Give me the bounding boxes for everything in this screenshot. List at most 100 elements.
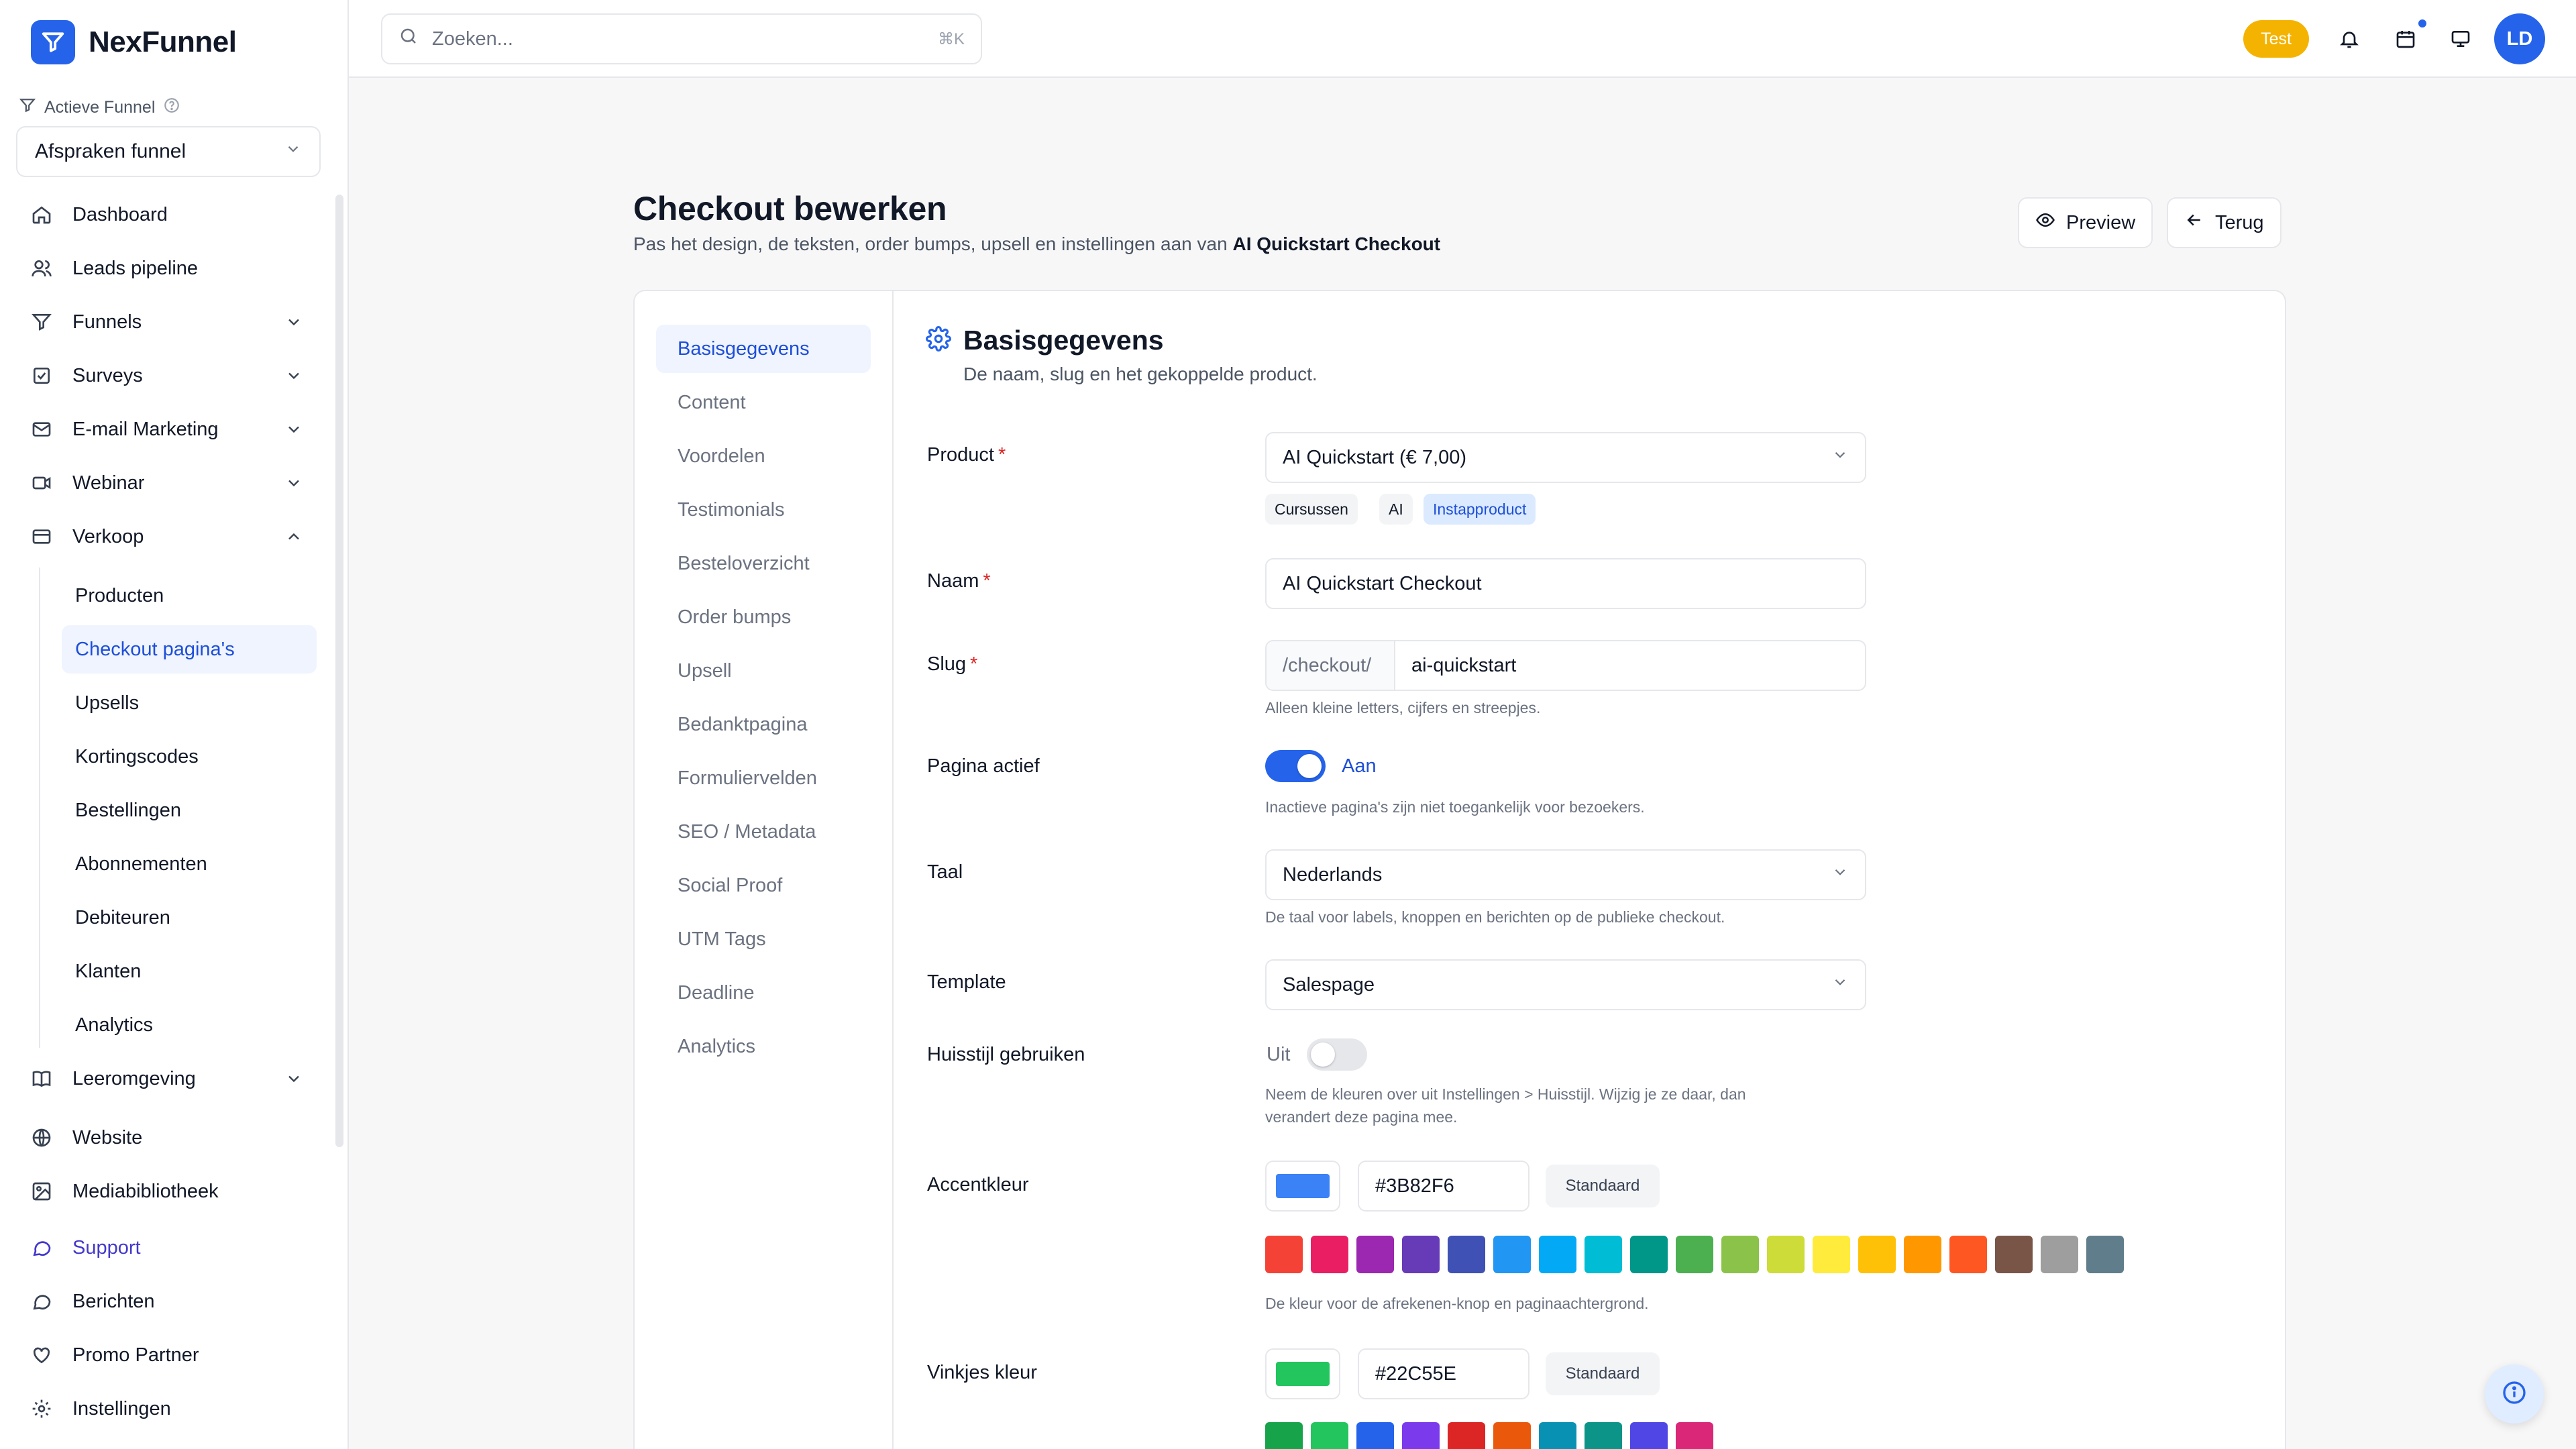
color-swatch-option[interactable] (1311, 1422, 1348, 1449)
preview-button[interactable]: Preview (2018, 197, 2153, 248)
color-swatch-option[interactable] (1721, 1236, 1759, 1273)
tab-formuliervelden[interactable]: Formuliervelden (656, 754, 871, 802)
search-input[interactable]: Zoeken... ⌘K (381, 13, 982, 64)
sidebar-item-promo-partner[interactable]: Promo Partner (16, 1331, 322, 1379)
color-swatch-option[interactable] (1448, 1422, 1485, 1449)
sidebar-item-mediabibliotheek[interactable]: Mediabibliotheek (16, 1167, 322, 1216)
color-swatch-option[interactable] (1539, 1422, 1576, 1449)
color-swatch-option[interactable] (1949, 1236, 1987, 1273)
naam-input[interactable]: AI Quickstart Checkout (1265, 558, 1866, 609)
color-swatch-option[interactable] (1311, 1236, 1348, 1273)
accent-default-button[interactable]: Standaard (1546, 1165, 1660, 1208)
sidebar-subitem-analytics[interactable]: Analytics (62, 1001, 317, 1049)
brand[interactable]: NexFunnel (31, 20, 237, 64)
color-swatch-option[interactable] (1402, 1236, 1440, 1273)
sidebar-subitem-kortingscodes[interactable]: Kortingscodes (62, 733, 317, 781)
sidebar-subitem-checkout-paginas[interactable]: Checkout pagina's (62, 625, 317, 674)
color-swatch-option[interactable] (1767, 1236, 1805, 1273)
tab-social-proof[interactable]: Social Proof (656, 861, 871, 910)
subitem-label: Producten (75, 584, 164, 606)
tab-order-bumps[interactable]: Order bumps (656, 593, 871, 641)
sidebar-subitem-klanten[interactable]: Klanten (62, 947, 317, 996)
taal-select[interactable]: Nederlands (1265, 849, 1866, 900)
color-swatch-option[interactable] (2041, 1236, 2078, 1273)
template-select[interactable]: Salespage (1265, 959, 1866, 1010)
sidebar-item-funnels[interactable]: Funnels (16, 298, 322, 346)
tab-voordelen[interactable]: Voordelen (656, 432, 871, 480)
sidebar-item-instellingen[interactable]: Instellingen (16, 1385, 322, 1433)
chevron-down-icon (284, 474, 303, 498)
section-header: Basisgegevens (926, 325, 1164, 356)
sidebar-subitem-abonnementen[interactable]: Abonnementen (62, 840, 317, 888)
sidebar-item-dashboard[interactable]: Dashboard (16, 191, 322, 239)
accent-hex-input[interactable]: #3B82F6 (1358, 1161, 1529, 1212)
sidebar-item-surveys[interactable]: Surveys (16, 352, 322, 400)
info-button[interactable] (2485, 1364, 2544, 1424)
slug-input[interactable]: ai-quickstart (1395, 641, 1516, 690)
color-swatch-option[interactable] (1630, 1422, 1668, 1449)
color-swatch-option[interactable] (1858, 1236, 1896, 1273)
check-hex-input[interactable]: #22C55E (1358, 1348, 1529, 1399)
color-swatch-option[interactable] (1356, 1236, 1394, 1273)
color-swatch-option[interactable] (1676, 1422, 1713, 1449)
bell-icon[interactable] (2336, 25, 2363, 52)
tab-basisgegevens[interactable]: Basisgegevens (656, 325, 871, 373)
monitor-icon[interactable] (2447, 25, 2474, 52)
color-swatch-option[interactable] (1585, 1236, 1622, 1273)
tab-bedanktpagina[interactable]: Bedanktpagina (656, 700, 871, 749)
tab-upsell[interactable]: Upsell (656, 647, 871, 695)
help-icon[interactable] (163, 97, 180, 119)
tab-content[interactable]: Content (656, 378, 871, 427)
sidebar-item-website[interactable]: Website (16, 1114, 322, 1162)
color-swatch-option[interactable] (1402, 1422, 1440, 1449)
sidebar-item-email-marketing[interactable]: E-mail Marketing (16, 405, 322, 453)
color-swatch-option[interactable] (1904, 1236, 1941, 1273)
sidebar-subitem-upsells[interactable]: Upsells (62, 679, 317, 727)
color-swatch-option[interactable] (1813, 1236, 1850, 1273)
sidebar-scrollbar[interactable] (335, 195, 343, 1147)
tab-testimonials[interactable]: Testimonials (656, 486, 871, 534)
color-swatch-option[interactable] (1585, 1422, 1622, 1449)
avatar[interactable]: LD (2494, 13, 2545, 64)
sidebar-item-webinar[interactable]: Webinar (16, 459, 322, 507)
active-funnel-select[interactable]: Afspraken funnel (16, 126, 321, 177)
color-swatch-option[interactable] (1265, 1422, 1303, 1449)
tab-seo-metadata[interactable]: SEO / Metadata (656, 808, 871, 856)
color-swatch-option[interactable] (1265, 1236, 1303, 1273)
sidebar-subitem-debiteuren[interactable]: Debiteuren (62, 894, 317, 942)
image-icon (30, 1179, 54, 1203)
color-swatch-option[interactable] (1539, 1236, 1576, 1273)
color-swatch-option[interactable] (1493, 1422, 1531, 1449)
color-swatch-option[interactable] (1995, 1236, 2033, 1273)
pagina-actief-toggle[interactable] (1265, 750, 1326, 782)
sidebar-item-support[interactable]: Support (16, 1224, 322, 1272)
color-swatch-option[interactable] (1356, 1422, 1394, 1449)
preview-label: Preview (2066, 211, 2136, 233)
back-button[interactable]: Terug (2167, 197, 2282, 248)
color-swatch-option[interactable] (1493, 1236, 1531, 1273)
accent-color-swatch[interactable] (1265, 1161, 1340, 1212)
tab-deadline[interactable]: Deadline (656, 969, 871, 1017)
sidebar-subitem-producten[interactable]: Producten (62, 572, 317, 620)
product-select[interactable]: AI Quickstart (€ 7,00) (1265, 432, 1866, 483)
color-swatch-option[interactable] (2086, 1236, 2124, 1273)
sidebar-item-verkoop[interactable]: Verkoop (16, 513, 322, 561)
sidebar-item-leeromgeving[interactable]: Leeromgeving (16, 1055, 322, 1103)
color-swatch-option[interactable] (1630, 1236, 1668, 1273)
test-mode-badge[interactable]: Test (2243, 20, 2309, 58)
tab-utm-tags[interactable]: UTM Tags (656, 915, 871, 963)
pagina-actief-label: Pagina actief (927, 755, 1040, 777)
check-color-swatch[interactable] (1265, 1348, 1340, 1399)
check-default-button[interactable]: Standaard (1546, 1352, 1660, 1395)
color-swatch-option[interactable] (1676, 1236, 1713, 1273)
tab-besteloverzicht[interactable]: Besteloverzicht (656, 539, 871, 588)
sidebar-item-berichten[interactable]: Berichten (16, 1277, 322, 1326)
sidebar-item-leads[interactable]: Leads pipeline (16, 244, 322, 292)
tab-label: Testimonials (678, 498, 785, 521)
tab-analytics[interactable]: Analytics (656, 1022, 871, 1071)
huisstijl-toggle[interactable] (1307, 1038, 1367, 1071)
sidebar-subitem-bestellingen[interactable]: Bestellingen (62, 786, 317, 835)
users-icon (30, 256, 54, 280)
calendar-icon[interactable] (2392, 25, 2419, 52)
color-swatch-option[interactable] (1448, 1236, 1485, 1273)
